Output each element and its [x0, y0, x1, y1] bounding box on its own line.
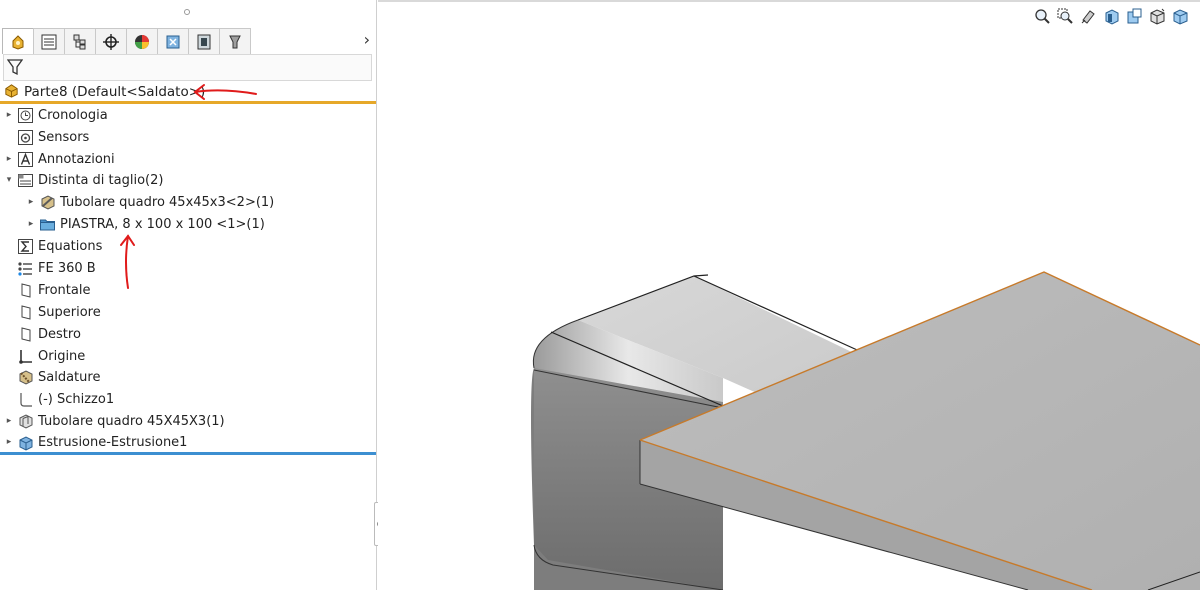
collapse-arrow-icon[interactable]: ▾: [2, 175, 16, 185]
tab-dimxpert[interactable]: [95, 28, 127, 54]
cut-list-icon: [16, 171, 34, 189]
weldment-3d-model[interactable]: [378, 0, 1200, 590]
folder-icon: [38, 215, 56, 233]
tree-item-annotazioni[interactable]: ▸ Annotazioni: [2, 148, 115, 170]
tab-cam[interactable]: [157, 28, 189, 54]
tree-item-destro[interactable]: Destro: [2, 323, 81, 345]
display-manager-icon: [135, 34, 149, 49]
tab-feature-manager[interactable]: [2, 28, 34, 54]
tree-item-material[interactable]: FE 360 B: [2, 257, 96, 279]
configuration-manager-icon: [73, 34, 86, 49]
filter-icon: [7, 59, 23, 76]
tab-property-manager[interactable]: [33, 28, 65, 54]
plane-icon: [16, 281, 34, 299]
feature-manager-panel: › Parte8 (Default<Saldato>) ▸ Cronologia…: [0, 0, 377, 590]
annotation-arrow-piastra: [120, 234, 135, 289]
tree-item-cronologia[interactable]: ▸ Cronologia: [2, 104, 108, 126]
plane-icon: [16, 303, 34, 321]
structural-member-icon: [16, 412, 34, 430]
feature-manager-icon: [12, 34, 24, 50]
weld-bead-icon: [16, 368, 34, 386]
annotation-icon: [16, 150, 34, 168]
part-icon: [3, 82, 20, 103]
plane-icon: [16, 325, 34, 343]
tab-simulation[interactable]: [188, 28, 220, 54]
tree-item-frontale[interactable]: Frontale: [2, 279, 90, 301]
tree-item-origine[interactable]: Origine: [2, 345, 85, 367]
tree-item-sensors[interactable]: Sensors: [2, 126, 89, 148]
dimxpert-icon: [103, 33, 119, 50]
expand-arrow-icon[interactable]: ▸: [24, 197, 38, 207]
weldment-body-icon: [38, 193, 56, 211]
annotation-arrow-root: [193, 84, 257, 100]
tree-item-tubolare-member[interactable]: ▸ Tubolare quadro 45X45X3(1): [2, 410, 225, 432]
cam-icon: [166, 35, 180, 48]
tree-item-superiore[interactable]: Superiore: [2, 301, 101, 323]
expand-arrow-icon[interactable]: ▸: [24, 219, 38, 229]
tree-rollback-bar[interactable]: [0, 452, 376, 455]
tree-item-tubolare-cutlist[interactable]: ▸ Tubolare quadro 45x45x3<2>(1): [24, 191, 275, 213]
expand-arrow-icon[interactable]: ▸: [2, 416, 16, 426]
tree-root-part[interactable]: Parte8 (Default<Saldato>): [0, 83, 376, 104]
tree-filter-box[interactable]: [3, 54, 372, 81]
tree-item-estrusione[interactable]: ▸ Estrusione-Estrusione1: [2, 431, 187, 453]
expand-arrow-icon[interactable]: ▸: [2, 437, 16, 447]
expand-arrow-icon[interactable]: ▸: [2, 110, 16, 120]
history-icon: [16, 106, 34, 124]
tree-item-distinta-di-taglio[interactable]: ▾ Distinta di taglio(2): [2, 169, 164, 191]
tree-item-saldature[interactable]: Saldature: [2, 366, 100, 388]
material-icon: [16, 259, 34, 277]
property-manager-icon: [41, 34, 57, 49]
tree-item-equations[interactable]: Equations: [2, 235, 102, 257]
panel-grip-handle[interactable]: [184, 9, 190, 15]
weldment-tab-icon: [229, 35, 241, 48]
manager-tab-bar: ›: [2, 28, 374, 54]
extrude-icon: [16, 433, 34, 451]
simulation-icon: [197, 34, 211, 49]
tree-item-piastra[interactable]: ▸ PIASTRA, 8 x 100 x 100 <1>(1): [24, 213, 265, 235]
tree-item-schizzo1[interactable]: (-) Schizzo1: [2, 388, 114, 410]
tab-weldment[interactable]: [219, 28, 251, 54]
expand-arrow-icon[interactable]: ▸: [2, 154, 16, 164]
tab-display-manager[interactable]: [126, 28, 158, 54]
graphics-viewport[interactable]: [378, 0, 1200, 590]
sketch-icon: [16, 390, 34, 408]
tab-configuration-manager[interactable]: [64, 28, 96, 54]
tab-scroll-right-button[interactable]: ›: [364, 30, 370, 50]
origin-icon: [16, 347, 34, 365]
sensor-icon: [16, 128, 34, 146]
equations-icon: [16, 237, 34, 255]
tree-root-label: Parte8 (Default<Saldato>): [24, 84, 206, 100]
